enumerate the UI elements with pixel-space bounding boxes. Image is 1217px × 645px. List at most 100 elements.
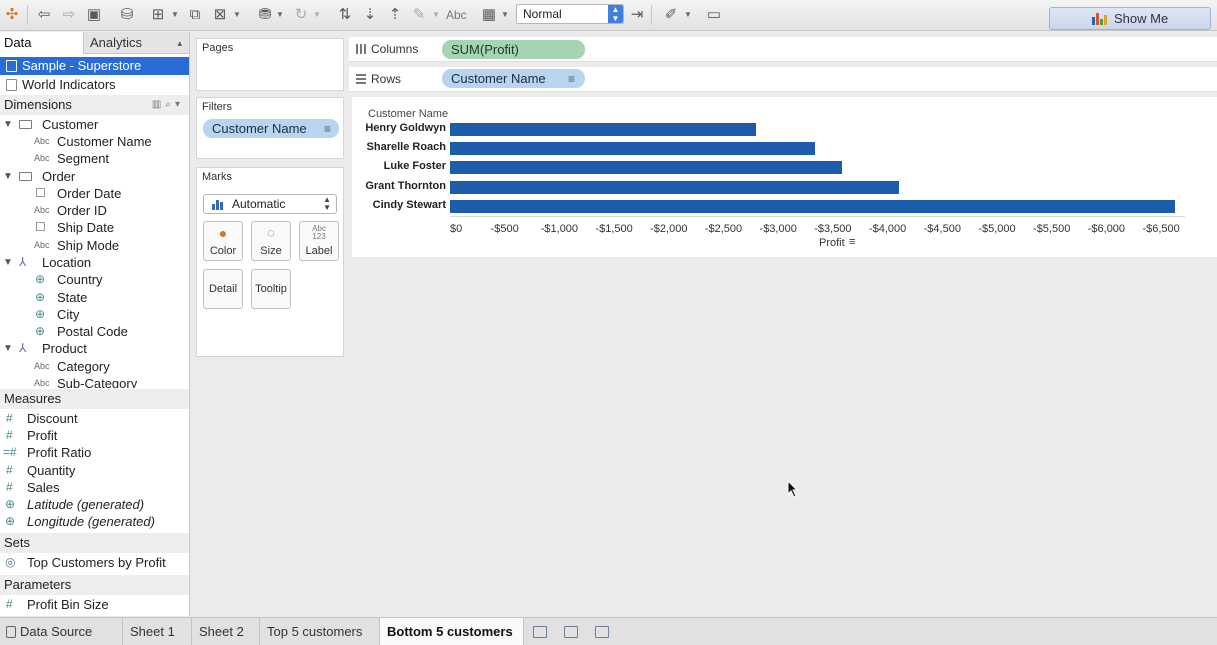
tab-analytics[interactable]: Analytics ▴ <box>84 32 189 54</box>
field-state[interactable]: ⊕ State <box>0 289 189 306</box>
row-label[interactable]: Luke Foster <box>384 160 446 172</box>
row-label[interactable]: Sharelle Roach <box>367 141 446 153</box>
pages-card[interactable]: Pages <box>196 38 344 91</box>
format-dropdown-icon[interactable]: ▼ <box>684 6 692 24</box>
axis-sort-icon[interactable]: ≡ <box>849 236 855 248</box>
expand-arrow-icon[interactable]: ▼ <box>3 116 13 133</box>
show-mark-labels-button[interactable]: Abc <box>446 6 467 24</box>
measure-discount[interactable]: # Discount <box>0 410 189 427</box>
new-worksheet-tab-icon[interactable] <box>533 626 547 638</box>
field-ship-date[interactable]: ☐ Ship Date <box>0 219 189 236</box>
bar[interactable] <box>450 123 756 136</box>
new-worksheet-dropdown-icon[interactable]: ▼ <box>171 6 179 24</box>
data-source-item[interactable]: World Indicators <box>0 76 189 94</box>
field-customer-name[interactable]: Abc Customer Name <box>0 133 189 150</box>
columns-shelf[interactable]: Columns SUM(Profit) <box>349 37 1217 62</box>
tab-data[interactable]: Data <box>0 32 84 54</box>
new-data-source-icon[interactable]: ⛁ <box>118 6 136 24</box>
folder-location[interactable]: ▼ ⅄ Location <box>0 254 189 271</box>
presentation-mode-icon[interactable]: ▭ <box>705 6 723 24</box>
dimensions-tools-icon[interactable]: ▥⌕▾ <box>152 95 184 115</box>
size-button[interactable]: ◌ Size <box>251 221 291 261</box>
field-sub-category[interactable]: Abc Sub-Category <box>0 375 189 388</box>
refresh-icon[interactable]: ↻ <box>292 6 310 24</box>
pause-updates-dropdown-icon[interactable]: ▼ <box>276 6 284 24</box>
sort-descending-icon[interactable]: ⇡ <box>386 6 404 24</box>
clear-sheet-icon[interactable]: ⊠ <box>211 6 229 24</box>
field-category[interactable]: Abc Category <box>0 358 189 375</box>
expand-arrow-icon[interactable]: ▼ <box>3 254 13 271</box>
folder-label: Location <box>42 255 92 270</box>
field-ship-mode[interactable]: Abc Ship Mode <box>0 237 189 254</box>
undo-icon[interactable]: ⇦ <box>35 6 53 24</box>
swap-rows-columns-icon[interactable]: ⇅ <box>336 6 354 24</box>
bar[interactable] <box>450 161 842 175</box>
tableau-logo-icon[interactable]: ✣ <box>3 6 21 24</box>
bar[interactable] <box>450 180 900 194</box>
field-segment[interactable]: Abc Segment <box>0 150 189 167</box>
highlight-icon[interactable]: ✎ <box>410 6 428 24</box>
clear-sheet-dropdown-icon[interactable]: ▼ <box>233 6 241 24</box>
measure-latitude[interactable]: ⊕ Latitude (generated) <box>0 496 189 513</box>
folder-order[interactable]: ▼ Order <box>0 168 189 185</box>
row-label[interactable]: Henry Goldwyn <box>365 122 446 134</box>
new-dashboard-tab-icon[interactable] <box>564 626 578 638</box>
data-source-item[interactable]: Sample - Superstore <box>0 57 189 75</box>
tab-data-source[interactable]: Data Source <box>0 618 123 645</box>
sets-header-label: Sets <box>4 535 31 550</box>
toolbar: ✣ ⇦ ⇨ ▣ ⛁ ⊞ ▼ ⧉ ⊠ ▼ ⛃ ▼ ↻ ▼ ⇅ ⇣ ⇡ ✎ ▼ Ab… <box>0 0 1217 31</box>
refresh-dropdown-icon[interactable]: ▼ <box>313 6 321 24</box>
view-cards-dropdown-icon[interactable]: ▼ <box>501 6 509 24</box>
columns-icon <box>356 44 366 54</box>
detail-button[interactable]: Detail <box>203 269 243 309</box>
fix-axes-icon[interactable]: ⇥ <box>628 6 646 24</box>
rows-pill-customer-name[interactable]: Customer Name ≡ <box>442 69 585 88</box>
filters-card[interactable]: Filters Customer Name ≡ <box>196 97 344 159</box>
tab-menu-icon[interactable]: ▴ <box>177 32 182 54</box>
tab-top-5-customers[interactable]: Top 5 customers <box>260 618 380 645</box>
redo-icon[interactable]: ⇨ <box>60 6 78 24</box>
bar[interactable] <box>450 142 815 156</box>
set-top-customers[interactable]: ◎ Top Customers by Profit <box>0 554 189 571</box>
measure-sales[interactable]: # Sales <box>0 479 189 496</box>
field-order-date[interactable]: ☐ Order Date <box>0 185 189 202</box>
filter-pill-customer-name[interactable]: Customer Name ≡ <box>203 119 339 138</box>
measure-profit[interactable]: # Profit <box>0 427 189 444</box>
measure-quantity[interactable]: # Quantity <box>0 462 189 479</box>
highlight-dropdown-icon[interactable]: ▼ <box>432 6 440 24</box>
field-country[interactable]: ⊕ Country <box>0 271 189 288</box>
color-button[interactable]: ● Color <box>203 221 243 261</box>
tab-sheet-1[interactable]: Sheet 1 <box>123 618 192 645</box>
fit-select[interactable]: Normal ▲ ▼ <box>516 4 624 24</box>
format-workbook-icon[interactable]: ✐ <box>662 6 680 24</box>
new-story-tab-icon[interactable] <box>595 626 609 638</box>
parameter-profit-bin-size[interactable]: # Profit Bin Size <box>0 596 189 613</box>
rows-shelf[interactable]: Rows Customer Name ≡ <box>349 67 1217 92</box>
row-label[interactable]: Grant Thornton <box>365 180 446 192</box>
field-label: Ship Mode <box>57 238 120 253</box>
label-button[interactable]: Abc 123 Label <box>299 221 339 261</box>
save-icon[interactable]: ▣ <box>85 6 103 24</box>
field-city[interactable]: ⊕ City <box>0 306 189 323</box>
measure-profit-ratio[interactable]: =# Profit Ratio <box>0 444 189 461</box>
measure-longitude[interactable]: ⊕ Longitude (generated) <box>0 513 189 530</box>
folder-customer[interactable]: ▼ Customer <box>0 116 189 133</box>
duplicate-sheet-icon[interactable]: ⧉ <box>186 6 204 24</box>
folder-product[interactable]: ▼ ⅄ Product <box>0 340 189 357</box>
pause-updates-icon[interactable]: ⛃ <box>256 6 274 24</box>
row-label[interactable]: Cindy Stewart <box>373 199 446 211</box>
new-worksheet-icon[interactable]: ⊞ <box>149 6 167 24</box>
view-cards-icon[interactable]: ▦ <box>480 6 498 24</box>
show-me-button[interactable]: Show Me <box>1049 7 1211 30</box>
columns-pill-sum-profit[interactable]: SUM(Profit) <box>442 40 585 59</box>
sort-ascending-icon[interactable]: ⇣ <box>361 6 379 24</box>
tab-sheet-2[interactable]: Sheet 2 <box>192 618 260 645</box>
tooltip-button[interactable]: Tooltip <box>251 269 291 309</box>
expand-arrow-icon[interactable]: ▼ <box>3 168 13 185</box>
tab-bottom-5-customers[interactable]: Bottom 5 customers <box>380 618 524 645</box>
bar[interactable] <box>450 199 1175 213</box>
field-order-id[interactable]: Abc Order ID <box>0 202 189 219</box>
field-postal-code[interactable]: ⊕ Postal Code <box>0 323 189 340</box>
mark-type-select[interactable]: Automatic ▲ ▼ <box>203 194 337 214</box>
expand-arrow-icon[interactable]: ▼ <box>3 340 13 357</box>
